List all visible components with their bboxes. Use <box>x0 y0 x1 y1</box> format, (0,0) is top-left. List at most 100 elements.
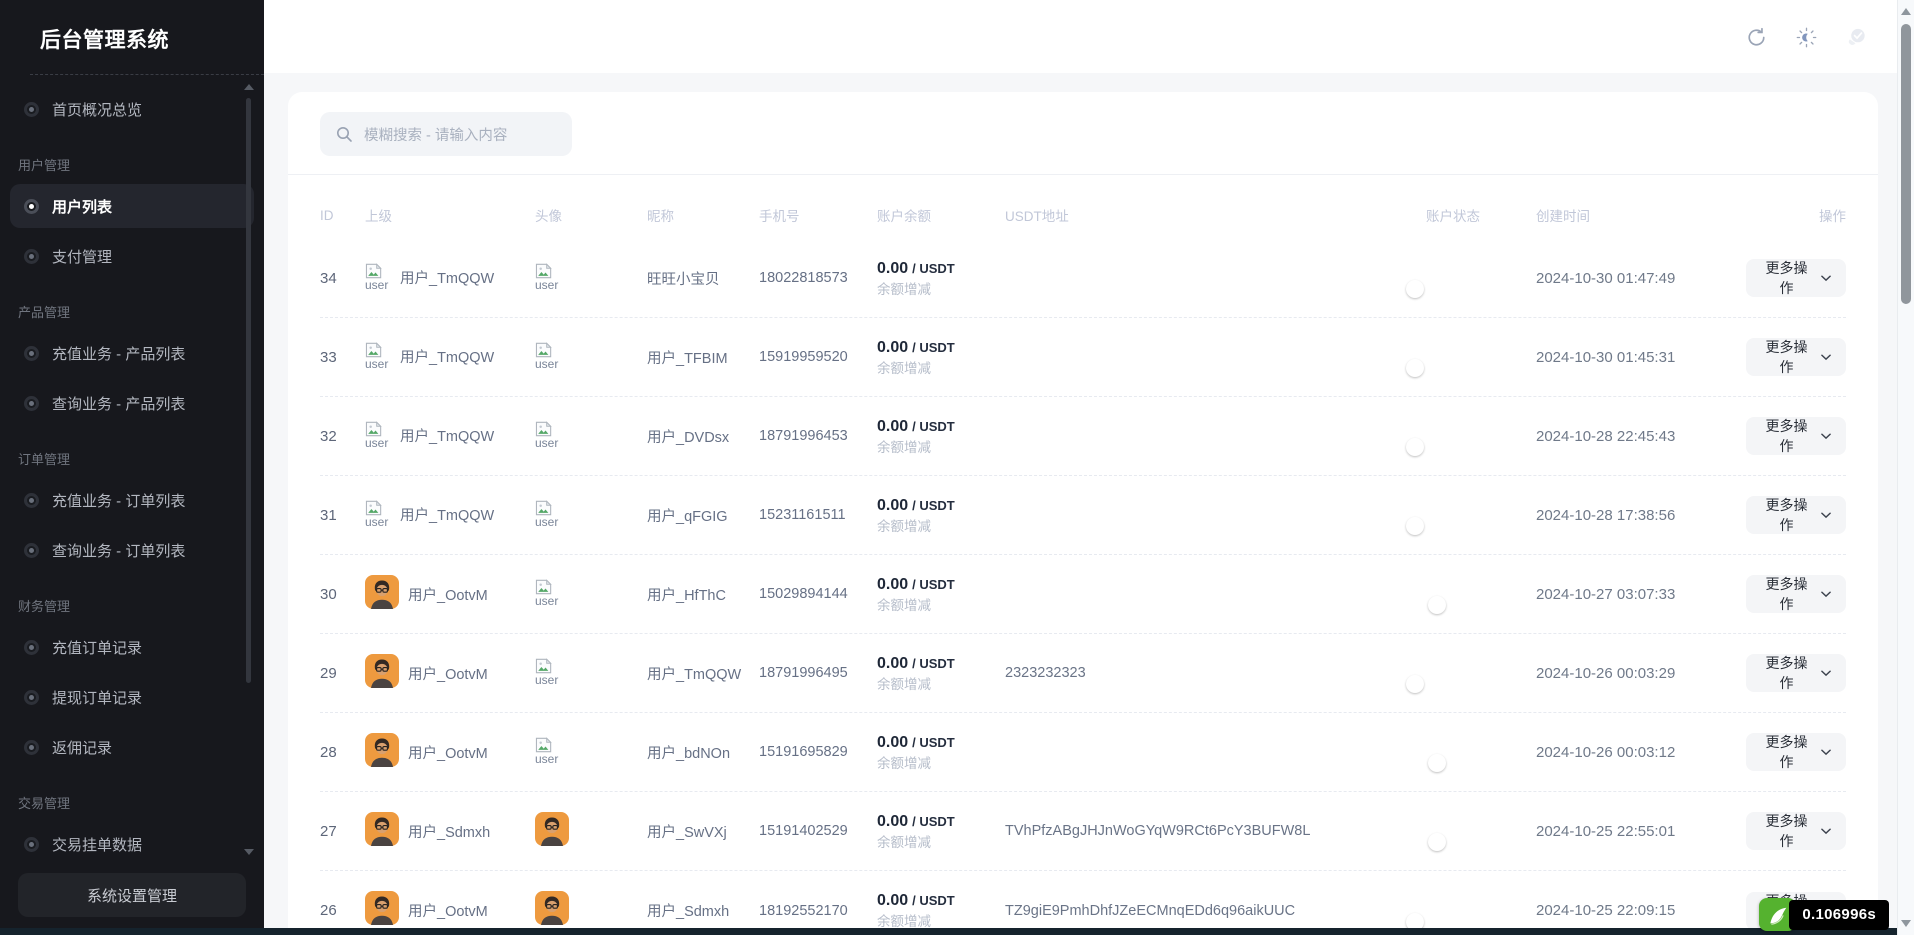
sidebar-item-link[interactable]: 查询业务 - 订单列表 <box>10 528 254 572</box>
cell-actions: 更多操作 <box>1746 338 1846 376</box>
user-avatar <box>365 654 399 693</box>
cell-nickname: 用户_TFBIM <box>647 347 759 368</box>
more-actions-label: 更多操作 <box>1761 811 1812 851</box>
cell-nickname: 用户_DVDsx <box>647 426 759 447</box>
search-placeholder: 模糊搜索 - 请输入内容 <box>364 124 507 145</box>
more-actions-button[interactable]: 更多操作 <box>1746 259 1846 297</box>
balance-amount: 0.00 <box>877 576 908 593</box>
more-actions-button[interactable]: 更多操作 <box>1746 654 1846 692</box>
seal-icon[interactable] <box>1845 26 1867 48</box>
cell-balance: 0.00/ USDT 余额增减 <box>877 494 1005 537</box>
column-header: 操作 <box>1746 205 1846 225</box>
cell-phone: 15029894144 <box>759 586 877 602</box>
balance-line: 0.00/ USDT <box>877 415 1005 438</box>
user-avatar <box>365 733 399 772</box>
chevron-down-icon <box>1821 433 1831 440</box>
cell-parent: 用户_Sdmxh <box>365 812 535 851</box>
cell-parent: 用户_OotvM <box>365 891 535 930</box>
more-actions-button[interactable]: 更多操作 <box>1746 733 1846 771</box>
more-actions-button[interactable]: 更多操作 <box>1746 338 1846 376</box>
cell-actions: 更多操作 <box>1746 417 1846 455</box>
balance-line: 0.00/ USDT <box>877 573 1005 596</box>
balance-adjust-link[interactable]: 余额增减 <box>877 280 1005 300</box>
refresh-icon[interactable] <box>1745 26 1767 48</box>
balance-amount: 0.00 <box>877 734 908 751</box>
sidebar-item-link[interactable]: 首页概况总览 <box>10 87 254 131</box>
cell-phone: 15231161511 <box>759 507 877 523</box>
cell-created-at: 2024-10-30 01:45:31 <box>1536 349 1746 366</box>
table-row: 27 用户_Sdmxh 用户_SwVXj 15191402529 0.00/ U… <box>320 792 1846 871</box>
cell-parent: 用户_OotvM <box>365 575 535 614</box>
menu-item-label: 支付管理 <box>52 246 112 267</box>
cell-created-at: 2024-10-28 17:38:56 <box>1536 507 1746 524</box>
sidebar-scrollbar-thumb[interactable] <box>246 98 251 683</box>
balance-adjust-link[interactable]: 余额增减 <box>877 754 1005 774</box>
cell-nickname: 用户_bdNOn <box>647 742 759 763</box>
cell-id: 33 <box>320 349 365 366</box>
page-load-time-badge[interactable]: 0.106996s <box>1789 900 1889 930</box>
user-avatar <box>365 812 399 851</box>
balance-adjust-link[interactable]: 余额增减 <box>877 596 1005 616</box>
menu-item-label: 交易挂单数据 <box>52 834 142 855</box>
cell-avatar: user <box>535 658 647 688</box>
disc-icon <box>24 837 39 852</box>
menu-item-label: 用户列表 <box>52 196 112 217</box>
menu-item-label: 返佣记录 <box>52 737 112 758</box>
parent-name: 用户_TmQQW <box>400 346 494 367</box>
balance-amount: 0.00 <box>877 655 908 672</box>
search-input[interactable]: 模糊搜索 - 请输入内容 <box>320 112 572 156</box>
admin-app: 后台管理系统 首页概况总览 用户管理 用户列表 支付管理 产品管理 充值业务 -… <box>0 0 1914 935</box>
scroll-up-icon[interactable] <box>1901 8 1911 15</box>
more-actions-button[interactable]: 更多操作 <box>1746 575 1846 613</box>
toggle-knob <box>1406 280 1424 298</box>
balance-adjust-link[interactable]: 余额增减 <box>877 359 1005 379</box>
sidebar-item-link[interactable]: 充值订单记录 <box>10 625 254 669</box>
balance-adjust-link[interactable]: 余额增减 <box>877 517 1005 537</box>
sidebar-menu: 首页概况总览 用户管理 用户列表 支付管理 产品管理 充值业务 - 产品列表 查… <box>0 79 264 866</box>
more-actions-label: 更多操作 <box>1761 416 1812 456</box>
more-actions-label: 更多操作 <box>1761 574 1812 614</box>
theme-icon[interactable] <box>1795 26 1817 48</box>
balance-adjust-link[interactable]: 余额增减 <box>877 438 1005 458</box>
balance-adjust-link[interactable]: 余额增减 <box>877 675 1005 695</box>
more-actions-button[interactable]: 更多操作 <box>1746 417 1846 455</box>
chevron-down-icon <box>1821 828 1831 835</box>
cell-parent: user 用户_TmQQW <box>365 500 535 530</box>
page-scrollbar[interactable] <box>1897 0 1914 935</box>
broken-image-icon: user <box>535 342 647 372</box>
column-header: 昵称 <box>647 205 759 225</box>
balance-amount: 0.00 <box>877 418 908 435</box>
table-row: 31 user 用户_TmQQW user 用户_qFGIG 152311615… <box>320 476 1846 555</box>
sidebar-scrollbar[interactable] <box>246 88 252 843</box>
cell-avatar: user <box>535 263 647 293</box>
cell-phone: 18791996495 <box>759 665 877 681</box>
menu-group-label: 用户管理 <box>18 155 246 174</box>
sidebar-item-link[interactable]: 交易挂单数据 <box>10 822 254 866</box>
cell-id: 28 <box>320 744 365 761</box>
sidebar-scroll-up-icon[interactable] <box>244 84 254 90</box>
balance-line: 0.00/ USDT <box>877 652 1005 675</box>
system-settings-button[interactable]: 系统设置管理 <box>18 873 246 917</box>
sidebar-scroll-down-icon[interactable] <box>244 849 254 855</box>
scroll-down-icon[interactable] <box>1901 920 1911 927</box>
more-actions-button[interactable]: 更多操作 <box>1746 812 1846 850</box>
balance-amount: 0.00 <box>877 813 908 830</box>
sidebar-item-link[interactable]: 返佣记录 <box>10 725 254 769</box>
cell-avatar: user <box>535 737 647 767</box>
sidebar-item-link[interactable]: 查询业务 - 产品列表 <box>10 381 254 425</box>
sidebar-item-link[interactable]: 提现订单记录 <box>10 675 254 719</box>
balance-adjust-link[interactable]: 余额增减 <box>877 833 1005 853</box>
cell-id: 34 <box>320 270 365 287</box>
cell-phone: 18022818573 <box>759 270 877 286</box>
more-actions-button[interactable]: 更多操作 <box>1746 496 1846 534</box>
column-header: 手机号 <box>759 205 877 225</box>
broken-image-icon: user <box>535 658 647 688</box>
sidebar-item-link[interactable]: 充值业务 - 订单列表 <box>10 478 254 522</box>
column-header: 头像 <box>535 205 647 225</box>
parent-name: 用户_OotvM <box>408 742 488 763</box>
balance-currency: / USDT <box>912 498 955 513</box>
sidebar-item-link[interactable]: 充值业务 - 产品列表 <box>10 331 254 375</box>
page-scrollbar-thumb[interactable] <box>1901 24 1911 304</box>
sidebar-item-link[interactable]: 支付管理 <box>10 234 254 278</box>
sidebar-item-active[interactable]: 用户列表 <box>10 184 254 228</box>
